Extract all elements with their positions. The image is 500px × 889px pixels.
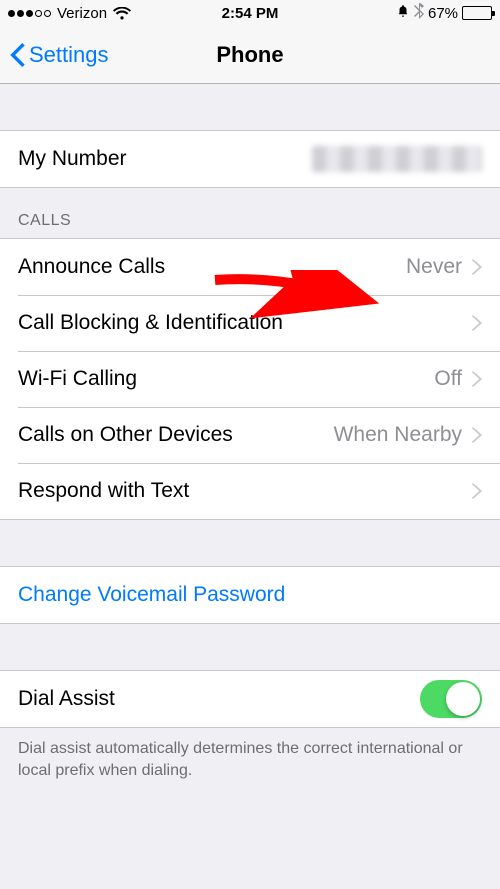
calls-section-header: CALLS — [0, 188, 500, 238]
announce-calls-value: Never — [406, 255, 462, 279]
chevron-left-icon — [10, 43, 25, 67]
signal-strength-icon — [8, 10, 51, 17]
dial-assist-row: Dial Assist — [0, 671, 500, 727]
calls-other-devices-row[interactable]: Calls on Other Devices When Nearby — [0, 407, 500, 463]
status-bar: Verizon 2:54 PM 67% — [0, 0, 500, 26]
back-label: Settings — [29, 42, 109, 68]
change-voicemail-password-row[interactable]: Change Voicemail Password — [0, 567, 500, 623]
battery-percent: 67% — [428, 5, 458, 22]
calls-group: Announce Calls Never Call Blocking & Ide… — [0, 238, 500, 520]
my-number-group: My Number — [0, 130, 500, 188]
dial-assist-label: Dial Assist — [18, 687, 420, 711]
back-button[interactable]: Settings — [10, 42, 109, 68]
dial-assist-toggle[interactable] — [420, 680, 482, 718]
call-blocking-label: Call Blocking & Identification — [18, 311, 462, 335]
calls-other-devices-label: Calls on Other Devices — [18, 423, 334, 447]
my-number-value-redacted — [312, 146, 482, 172]
change-voicemail-password-label: Change Voicemail Password — [18, 583, 482, 607]
chevron-right-icon — [472, 259, 482, 275]
announce-calls-row[interactable]: Announce Calls Never — [0, 239, 500, 295]
status-left: Verizon — [8, 5, 222, 22]
respond-with-text-label: Respond with Text — [18, 479, 462, 503]
alarm-icon — [396, 4, 410, 22]
call-blocking-row[interactable]: Call Blocking & Identification — [0, 295, 500, 351]
chevron-right-icon — [472, 483, 482, 499]
carrier-label: Verizon — [57, 5, 107, 22]
chevron-right-icon — [472, 427, 482, 443]
dial-assist-footer: Dial assist automatically determines the… — [0, 728, 500, 801]
wifi-calling-row[interactable]: Wi-Fi Calling Off — [0, 351, 500, 407]
chevron-right-icon — [472, 371, 482, 387]
dial-assist-group: Dial Assist — [0, 670, 500, 728]
voicemail-group: Change Voicemail Password — [0, 566, 500, 624]
battery-icon — [462, 6, 492, 20]
bluetooth-icon — [414, 3, 424, 23]
announce-calls-label: Announce Calls — [18, 255, 406, 279]
wifi-calling-value: Off — [434, 367, 462, 391]
status-time: 2:54 PM — [222, 5, 279, 22]
switch-knob — [446, 682, 480, 716]
respond-with-text-row[interactable]: Respond with Text — [0, 463, 500, 519]
status-right: 67% — [278, 3, 492, 23]
calls-other-devices-value: When Nearby — [334, 423, 462, 447]
my-number-row[interactable]: My Number — [0, 131, 500, 187]
wifi-icon — [113, 7, 131, 20]
wifi-calling-label: Wi-Fi Calling — [18, 367, 434, 391]
nav-bar: Settings Phone — [0, 26, 500, 84]
my-number-label: My Number — [18, 147, 312, 171]
chevron-right-icon — [472, 315, 482, 331]
